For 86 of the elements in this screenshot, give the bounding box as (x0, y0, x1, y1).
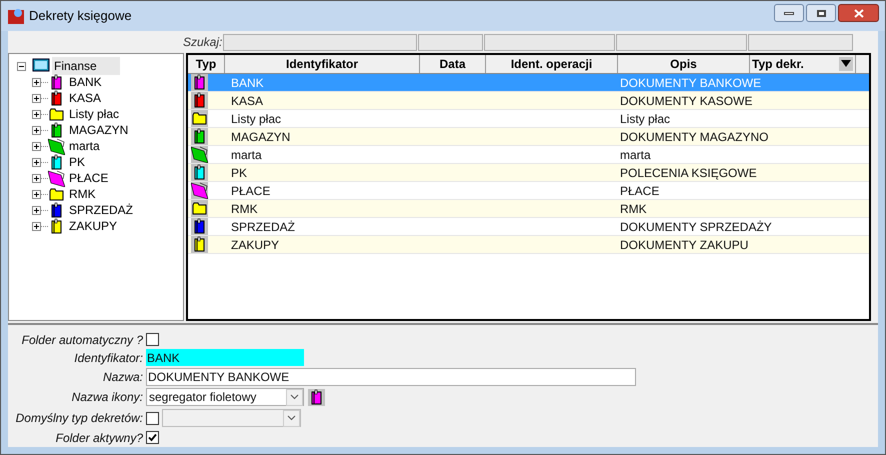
tree-item[interactable]: RMK (68, 185, 97, 203)
checkbox[interactable] (146, 431, 159, 444)
expand-toggle[interactable] (32, 222, 41, 230)
checkbox[interactable] (146, 333, 159, 346)
table-cell-text: BANK (230, 74, 265, 92)
search-field[interactable] (748, 34, 853, 50)
table-cell-text: DOKUMENTY BANKOWE (619, 74, 762, 92)
dropdown[interactable]: segregator fioletowy (146, 388, 304, 406)
field-label: Domyślny typ dekretów: (14, 410, 144, 427)
table-row[interactable]: SPRZEDAŻ DOKUMENTY SPRZEDAŻY (188, 218, 869, 236)
table-cell-text: MAGAZYN (230, 128, 292, 146)
minimize-button[interactable] (774, 4, 804, 22)
expand-toggle[interactable] (32, 126, 41, 134)
app-logo-icon (7, 7, 25, 25)
column-header[interactable]: Data (420, 55, 486, 73)
field-label: Identyfikator: (73, 350, 144, 366)
table-cell-text: DOKUMENTY KASOWE (619, 92, 754, 110)
table-cell-text: Listy płac (230, 110, 282, 128)
search-field[interactable] (484, 34, 615, 50)
dropdown-button[interactable] (283, 410, 300, 426)
column-header[interactable]: Typ (188, 55, 225, 73)
table-row[interactable]: RMK RMK (188, 200, 869, 218)
expand-toggle[interactable] (32, 78, 41, 86)
expand-toggle[interactable] (32, 158, 41, 166)
field-label: Nazwa ikony: (70, 389, 144, 406)
field-label: Nazwa: (102, 368, 144, 386)
table-row[interactable]: PK POLECENIA KSIĘGOWE (188, 164, 869, 182)
chevron-down-icon (287, 415, 296, 421)
table-cell-text: RMK (619, 200, 648, 218)
close-icon (854, 8, 864, 18)
table-cell-text: ZAKUPY (230, 236, 280, 254)
field-label: Folder automatyczny ? (20, 332, 144, 348)
field-label: Folder aktywny? (54, 430, 144, 446)
table-cell-text: DOKUMENTY MAGAZYNO (619, 128, 770, 146)
tree-item[interactable]: Listy płac (68, 105, 120, 123)
search-label: Szukaj: (183, 34, 223, 51)
expand-toggle[interactable] (32, 190, 41, 198)
table-cell-text: marta (619, 146, 652, 164)
tree-item[interactable]: PK (68, 153, 86, 171)
table-row[interactable]: PŁACE PŁACE (188, 182, 869, 200)
tree-item[interactable]: BANK (68, 73, 103, 91)
table-cell-text: KASA (230, 92, 264, 110)
tree-item[interactable]: ZAKUPY (68, 217, 118, 235)
expand-toggle[interactable] (32, 174, 41, 182)
table-cell-text: PŁACE (619, 182, 660, 200)
tree-item[interactable]: SPRZEDAŻ (68, 201, 134, 219)
table-row[interactable]: marta marta (188, 146, 869, 164)
window-title: Dekrety księgowe (29, 7, 132, 26)
expand-toggle[interactable] (32, 206, 41, 214)
table-cell-text: SPRZEDAŻ (230, 218, 296, 236)
expand-toggle[interactable] (32, 110, 41, 118)
table-cell-text: Listy płac (619, 110, 672, 128)
expand-toggle[interactable] (32, 142, 41, 150)
maximize-button[interactable] (806, 4, 836, 22)
input-field[interactable]: BANK (146, 349, 304, 366)
tree-item[interactable]: KASA (68, 89, 102, 107)
tree-item[interactable]: Finanse (52, 57, 120, 75)
expand-toggle[interactable] (32, 94, 41, 102)
table-cell-text: DOKUMENTY SPRZEDAŻY (619, 218, 773, 236)
input-field[interactable]: DOKUMENTY BANKOWE (146, 368, 636, 386)
table-row[interactable]: KASA DOKUMENTY KASOWE (188, 92, 869, 110)
column-header[interactable]: Opis (618, 55, 750, 73)
tree-item[interactable]: MAGAZYN (68, 121, 130, 139)
close-button[interactable] (838, 4, 879, 22)
search-field[interactable] (418, 34, 483, 50)
column-header[interactable]: Typ dekr. (750, 55, 856, 73)
chevron-down-icon (290, 394, 299, 400)
computer-icon (32, 58, 50, 74)
checkbox[interactable] (146, 412, 159, 424)
table-cell-text: POLECENIA KSIĘGOWE (619, 164, 758, 182)
table-row[interactable]: Listy płac Listy płac (188, 110, 869, 128)
table-cell-text: PŁACE (230, 182, 272, 200)
search-field[interactable] (223, 34, 417, 50)
search-field[interactable] (616, 34, 747, 50)
dropdown-button[interactable] (286, 388, 303, 406)
tree-item[interactable]: marta (68, 137, 101, 155)
table-row[interactable]: MAGAZYN DOKUMENTY MAGAZYNO (188, 128, 869, 146)
table-cell-text: marta (230, 146, 263, 164)
table-row[interactable]: ZAKUPY DOKUMENTY ZAKUPU (188, 236, 869, 254)
collapse-toggle[interactable] (17, 62, 26, 70)
tree-item[interactable]: PŁACE (68, 169, 110, 187)
table-cell-text: DOKUMENTY ZAKUPU (619, 236, 750, 254)
table-cell-text: RMK (230, 200, 259, 218)
column-header[interactable]: Identyfikator (225, 55, 420, 73)
table-cell-text: PK (230, 164, 248, 182)
column-header[interactable]: Ident. operacji (486, 55, 618, 73)
